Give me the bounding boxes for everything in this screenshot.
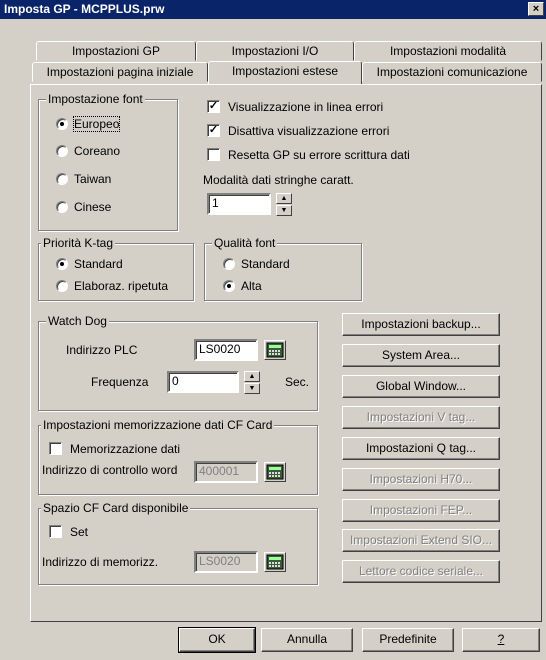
cf-space-addr-label: Indirizzo di memorizz. bbox=[42, 555, 159, 569]
radio-coreano-label[interactable]: Coreano bbox=[74, 144, 120, 158]
h70-settings-button[interactable]: Impostazioni H70... bbox=[342, 468, 500, 491]
watchdog-freq-spin-down[interactable]: ▼ bbox=[244, 383, 260, 394]
cf-store-group bbox=[38, 425, 318, 495]
radio-coreano[interactable] bbox=[56, 145, 68, 157]
defaults-button[interactable]: Predefinite bbox=[362, 628, 454, 652]
radio-quality-standard-label[interactable]: Standard bbox=[241, 257, 290, 271]
check-resetta-gp-label[interactable]: Resetta GP su errore scrittura dati bbox=[228, 148, 410, 162]
check-resetta-gp[interactable] bbox=[207, 148, 220, 161]
radio-europeo-label[interactable]: Europeo bbox=[72, 116, 121, 132]
cf-store-title: Impostazioni memorizzazione dati CF Card bbox=[41, 418, 275, 432]
cf-space-check[interactable] bbox=[49, 525, 62, 538]
watchdog-addr-calculator-button[interactable] bbox=[264, 340, 286, 360]
radio-ktag-standard-label[interactable]: Standard bbox=[74, 257, 123, 271]
string-mode-spin-up[interactable]: ▲ bbox=[276, 193, 292, 204]
close-button[interactable]: × bbox=[528, 2, 544, 16]
radio-quality-alta[interactable] bbox=[223, 280, 235, 292]
string-mode-input[interactable]: 1 bbox=[207, 193, 271, 215]
quality-group bbox=[204, 243, 362, 301]
radio-ktag-ripetuta[interactable] bbox=[56, 280, 68, 292]
watchdog-addr-input[interactable]: LS0020 bbox=[194, 339, 258, 361]
close-icon: × bbox=[532, 3, 540, 15]
tab-impostazioni-estese[interactable]: Impostazioni estese bbox=[208, 61, 362, 84]
window-title: Imposta GP - MCPPLUS.prw bbox=[4, 2, 165, 16]
cf-space-check-label[interactable]: Set bbox=[70, 525, 88, 539]
help-button[interactable]: ? bbox=[462, 628, 540, 652]
cf-store-addr-label: Indirizzo di controllo word bbox=[42, 463, 178, 477]
tab-label: Impostazioni comunicazione bbox=[376, 65, 528, 79]
radio-cinese-label[interactable]: Cinese bbox=[74, 200, 111, 214]
watchdog-freq-label: Frequenza bbox=[91, 375, 149, 389]
system-area-button[interactable]: System Area... bbox=[342, 344, 500, 367]
window-title-bar: Imposta GP - MCPPLUS.prw bbox=[0, 0, 546, 19]
tab-label: Impostazioni pagina iniziale bbox=[46, 65, 194, 79]
calculator-icon bbox=[266, 342, 284, 358]
cf-store-addr-input[interactable]: 400001 bbox=[194, 461, 258, 483]
tab-label: Impostazioni modalità bbox=[389, 44, 507, 58]
radio-ktag-ripetuta-label[interactable]: Elaboraz. ripetuta bbox=[74, 279, 168, 293]
check-disattiva-errori[interactable]: ✓ bbox=[207, 124, 220, 137]
watchdog-group bbox=[38, 321, 318, 411]
radio-taiwan-label[interactable]: Taiwan bbox=[74, 172, 111, 186]
string-mode-spin-down[interactable]: ▼ bbox=[276, 205, 292, 216]
calculator-icon bbox=[266, 464, 284, 480]
ok-button[interactable]: OK bbox=[178, 627, 256, 653]
watchdog-freq-unit: Sec. bbox=[285, 375, 310, 389]
cf-space-title: Spazio CF Card disponibile bbox=[41, 501, 191, 515]
cf-store-calculator-button[interactable] bbox=[264, 462, 286, 482]
q-tag-settings-button[interactable]: Impostazioni Q tag... bbox=[342, 437, 500, 460]
tab-impostazioni-modalita[interactable]: Impostazioni modalità bbox=[354, 41, 542, 61]
tab-impostazioni-gp[interactable]: Impostazioni GP bbox=[36, 41, 196, 61]
watchdog-title: Watch Dog bbox=[46, 314, 109, 328]
backup-settings-button[interactable]: Impostazioni backup... bbox=[342, 313, 500, 336]
serial-code-reader-button[interactable]: Lettore codice seriale... bbox=[342, 560, 500, 583]
global-window-button[interactable]: Global Window... bbox=[342, 375, 500, 398]
tab-label: Impostazioni I/O bbox=[231, 44, 319, 58]
cf-space-addr-input[interactable]: LS0020 bbox=[194, 551, 258, 573]
tab-impostazioni-comunicazione[interactable]: Impostazioni comunicazione bbox=[362, 62, 542, 82]
string-mode-label: Modalità dati stringhe caratt. bbox=[203, 173, 354, 187]
radio-europeo[interactable] bbox=[56, 118, 68, 130]
cf-store-check-label[interactable]: Memorizzazione dati bbox=[70, 442, 180, 456]
tab-pagina-iniziale[interactable]: Impostazioni pagina iniziale bbox=[32, 62, 208, 82]
cf-space-calculator-button[interactable] bbox=[264, 552, 286, 572]
radio-quality-alta-label[interactable]: Alta bbox=[241, 279, 262, 293]
watchdog-freq-spin-up[interactable]: ▲ bbox=[244, 371, 260, 382]
radio-taiwan[interactable] bbox=[56, 173, 68, 185]
watchdog-freq-input[interactable]: 0 bbox=[167, 371, 239, 393]
check-disattiva-errori-label[interactable]: Disattiva visualizzazione errori bbox=[228, 124, 389, 138]
radio-ktag-standard[interactable] bbox=[56, 258, 68, 270]
check-visualizzazione-errori[interactable]: ✓ bbox=[207, 100, 220, 113]
calculator-icon bbox=[266, 554, 284, 570]
quality-group-title: Qualità font bbox=[212, 236, 278, 250]
tab-panel: Impostazione font Europeo Coreano Taiwan… bbox=[30, 84, 542, 622]
tab-label: Impostazioni GP bbox=[71, 44, 161, 58]
watchdog-addr-label: Indirizzo PLC bbox=[66, 343, 138, 357]
radio-quality-standard[interactable] bbox=[223, 258, 235, 270]
font-group-title: Impostazione font bbox=[46, 92, 145, 106]
tab-label: Impostazioni estese bbox=[231, 64, 339, 78]
v-tag-settings-button[interactable]: Impostazioni V tag... bbox=[342, 406, 500, 429]
tab-impostazioni-io[interactable]: Impostazioni I/O bbox=[196, 41, 354, 61]
radio-cinese[interactable] bbox=[56, 201, 68, 213]
fep-settings-button[interactable]: Impostazioni FEP... bbox=[342, 499, 500, 522]
ktag-group-title: Priorità K-tag bbox=[41, 236, 116, 250]
cancel-button[interactable]: Annulla bbox=[261, 628, 353, 652]
extend-sio-settings-button[interactable]: Impostazioni Extend SIO... bbox=[342, 529, 500, 552]
check-visualizzazione-errori-label[interactable]: Visualizzazione in linea errori bbox=[228, 100, 383, 114]
cf-store-check[interactable] bbox=[49, 442, 62, 455]
cf-space-group bbox=[38, 508, 318, 585]
